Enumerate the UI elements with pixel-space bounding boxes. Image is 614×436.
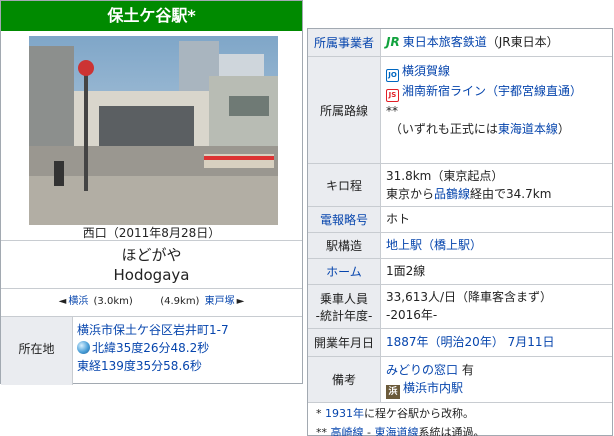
row-structure: 駅構造 地上駅（橋上駅） bbox=[308, 233, 612, 259]
takasaki-line-link[interactable]: 高崎線 bbox=[331, 426, 364, 436]
midori-window-link[interactable]: みどりの窓口 bbox=[386, 363, 458, 377]
latitude-link[interactable]: 北緯35度26分48.2秒 bbox=[92, 341, 209, 355]
station-reading: ほどがや bbox=[121, 246, 182, 264]
yokohama-city-icon: 浜 bbox=[386, 385, 400, 399]
platform-value: 1面2線 bbox=[386, 264, 426, 278]
tokaido-line-link[interactable]: 東海道本線 bbox=[498, 122, 558, 136]
passengers-label-2: -統計年度- bbox=[315, 308, 373, 323]
code-label[interactable]: 電報略号 bbox=[308, 207, 381, 232]
address-label: 所在地 bbox=[1, 317, 73, 385]
footnote-1-mark: * bbox=[316, 407, 325, 420]
station-infobox-left: 保土ケ谷駅* 西口（2011年8月28日） ほどがや Hodogaya ◄ 横浜… bbox=[0, 0, 303, 385]
row-remarks: 備考 みどりの窓口 有 浜横浜市内駅 bbox=[308, 357, 612, 403]
station-infobox-right: 所属事業者 JR 東日本旅客鉄道（JR東日本） 所属路線 JO 横須賀線 JS 湘南新… bbox=[307, 28, 613, 436]
lines-label: 所属路線 bbox=[308, 57, 381, 163]
row-opened: 開業年月日 1887年（明治20年） 7月11日 bbox=[308, 329, 612, 357]
structure-link[interactable]: 地上駅（橋上駅） bbox=[386, 233, 612, 258]
km-note-suffix: 経由で34.7km bbox=[470, 187, 552, 201]
photo-caption: 西口（2011年8月28日） bbox=[82, 226, 221, 240]
midori-window-suffix: 有 bbox=[458, 363, 474, 377]
station-title: 保土ケ谷駅* bbox=[1, 1, 302, 31]
next-station-link[interactable]: 東戸塚 bbox=[205, 296, 235, 307]
photo-cell: 西口（2011年8月28日） bbox=[1, 31, 302, 241]
lines-note-prefix: （いずれも正式には bbox=[389, 122, 498, 136]
footnote-1-text: に程ケ谷駅から改称。 bbox=[364, 407, 474, 420]
prev-distance: (3.0km) bbox=[93, 296, 133, 307]
row-operator: 所属事業者 JR 東日本旅客鉄道（JR東日本） bbox=[308, 29, 612, 57]
adjacent-stations: ◄ 横浜 (3.0km) (4.9km) 東戸塚 ► bbox=[1, 289, 302, 317]
row-km: キロ程 31.8km（東京起点） 東京から品鶴線経由で34.7km bbox=[308, 164, 612, 207]
longitude-link[interactable]: 東経139度35分58.6秒 bbox=[77, 357, 302, 375]
opened-era-link[interactable]: （明治20年） bbox=[429, 335, 504, 349]
address-link[interactable]: 横浜市保土ケ谷区岩井町1-7 bbox=[77, 321, 302, 339]
passengers-label: 乗車人員 -統計年度- bbox=[308, 285, 381, 328]
lines-note-mark: ** bbox=[386, 104, 398, 118]
passengers-label-1: 乗車人員 bbox=[319, 291, 368, 306]
footnote-2-mark: ** bbox=[316, 426, 331, 436]
footnote-2-text: 系統は通過。 bbox=[418, 426, 485, 436]
opened-year-link[interactable]: 1887年 bbox=[386, 335, 429, 349]
station-name-cell: ほどがや Hodogaya bbox=[1, 241, 302, 289]
prev-arrow-icon: ◄ bbox=[58, 296, 67, 307]
row-passengers: 乗車人員 -統計年度- 33,613人/日（降車客含まず） -2016年- bbox=[308, 285, 612, 329]
operator-link[interactable]: 東日本旅客鉄道 bbox=[403, 35, 487, 49]
lines-note-suffix: ） bbox=[557, 122, 570, 136]
next-arrow-icon: ► bbox=[236, 296, 245, 307]
tokaido-sen-link[interactable]: 東海道線 bbox=[374, 426, 418, 436]
platform-label[interactable]: ホーム bbox=[308, 259, 381, 284]
yokohama-city-link[interactable]: 横浜市内駅 bbox=[403, 381, 463, 395]
prev-station-link[interactable]: 横浜 bbox=[68, 296, 88, 307]
jo-line-icon: JO bbox=[386, 69, 399, 82]
station-romaji: Hodogaya bbox=[113, 266, 190, 284]
operator-label[interactable]: 所属事業者 bbox=[308, 29, 381, 56]
footnotes: * 1931年に程ケ谷駅から改称。 ** 高崎線 - 東海道線系統は通過。 bbox=[308, 403, 612, 436]
km-value: 31.8km（東京起点） bbox=[386, 169, 504, 183]
passengers-value: 33,613人/日（降車客含まず） bbox=[386, 290, 553, 304]
km-label: キロ程 bbox=[308, 164, 381, 206]
opened-date-link[interactable]: 7月11日 bbox=[508, 335, 555, 349]
line-shonan-shinjuku-link[interactable]: 湘南新宿ライン bbox=[402, 84, 486, 98]
line-utsunomiya-link[interactable]: （宇都宮線直通） bbox=[486, 84, 582, 98]
structure-label: 駅構造 bbox=[308, 233, 381, 258]
next-distance: (4.9km) bbox=[160, 296, 200, 307]
km-note-prefix: 東京から bbox=[386, 187, 435, 201]
hinkaku-line-link[interactable]: 品鶴線 bbox=[434, 187, 470, 201]
globe-icon[interactable] bbox=[77, 341, 90, 354]
opened-label: 開業年月日 bbox=[308, 329, 381, 356]
footnote-2-sep: - bbox=[363, 426, 375, 436]
line-yokosuka-link[interactable]: 横須賀線 bbox=[402, 64, 450, 78]
passengers-year: -2016年- bbox=[386, 308, 438, 322]
code-value: ホト bbox=[386, 212, 411, 226]
station-photo[interactable] bbox=[29, 36, 278, 225]
footnote-1931-link[interactable]: 1931年 bbox=[325, 407, 364, 420]
remarks-label: 備考 bbox=[308, 357, 381, 402]
row-platform: ホーム 1面2線 bbox=[308, 259, 612, 285]
js-line-icon: JS bbox=[386, 89, 399, 102]
operator-suffix: （JR東日本） bbox=[486, 35, 559, 49]
row-lines: 所属路線 JO 横須賀線 JS 湘南新宿ライン（宇都宮線直通） ** （いずれも正式… bbox=[308, 57, 612, 164]
address-value: 横浜市保土ケ谷区岩井町1-7 北緯35度26分48.2秒 東経139度35分58… bbox=[73, 317, 302, 385]
row-code: 電報略号 ホト bbox=[308, 207, 612, 233]
jr-logo-icon: JR bbox=[386, 35, 400, 49]
